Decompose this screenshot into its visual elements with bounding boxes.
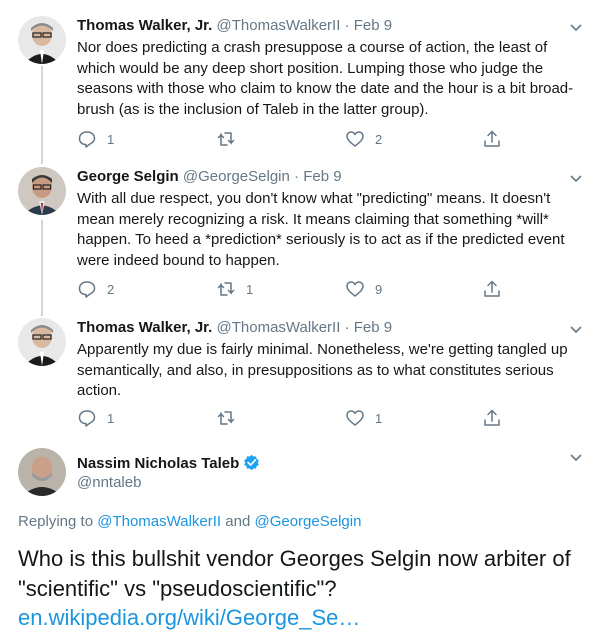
- retweet-button[interactable]: [216, 129, 246, 149]
- author-handle[interactable]: @ThomasWalkerII: [217, 319, 341, 336]
- retweet-count: 1: [246, 281, 254, 297]
- author-name[interactable]: Thomas Walker, Jr.: [77, 17, 212, 34]
- chevron-down-icon[interactable]: [566, 320, 586, 340]
- like-button[interactable]: 1: [345, 408, 382, 428]
- reply-icon: [78, 410, 96, 427]
- reply-button[interactable]: 2: [77, 279, 114, 299]
- tweet-date[interactable]: Feb 9: [354, 17, 392, 34]
- author-handle[interactable]: @nntaleb: [77, 474, 141, 491]
- author-handle[interactable]: @GeorgeSelgin: [183, 168, 290, 185]
- retweet-icon: [217, 132, 235, 146]
- reply-count: 1: [107, 131, 115, 147]
- reply-icon: [78, 131, 96, 148]
- wikipedia-link[interactable]: en.wikipedia.org/wiki/George_Se…: [18, 603, 593, 633]
- tweet-date[interactable]: Feb 9: [303, 168, 341, 185]
- tweet-actions: 1 1: [77, 408, 517, 428]
- tweet-header: George Selgin @GeorgeSelgin · Feb 9: [77, 167, 342, 187]
- share-icon: [484, 130, 500, 147]
- author-name[interactable]: George Selgin: [77, 168, 179, 185]
- author-name[interactable]: Thomas Walker, Jr.: [77, 319, 212, 336]
- dot-separator: ·: [344, 17, 350, 34]
- like-count: 1: [375, 410, 383, 426]
- mention-link[interactable]: @ThomasWalkerII: [97, 513, 221, 530]
- share-icon: [484, 280, 500, 297]
- author-name-text: Nassim Nicholas Taleb: [77, 455, 240, 472]
- heart-icon: [346, 410, 364, 426]
- verified-badge-icon: [243, 454, 260, 475]
- avatar[interactable]: [18, 448, 66, 496]
- main-tweet-body: Who is this bullshit vendor Georges Selg…: [18, 546, 571, 601]
- dot-separator: ·: [294, 168, 300, 185]
- chevron-down-icon[interactable]: [566, 448, 586, 468]
- tweet-actions: 2 1 9: [77, 279, 517, 299]
- reply-button[interactable]: 1: [77, 408, 114, 428]
- reply-button[interactable]: 1: [77, 129, 114, 149]
- tweet-text: Nor does predicting a crash presuppose a…: [77, 39, 574, 118]
- author-handle[interactable]: @ThomasWalkerII: [217, 17, 341, 34]
- retweet-icon: [217, 411, 235, 425]
- reply-icon: [78, 281, 96, 298]
- author-name[interactable]: Nassim Nicholas Taleb: [77, 454, 260, 475]
- replying-prefix: Replying to: [18, 513, 98, 530]
- chevron-down-icon[interactable]: [566, 18, 586, 38]
- replying-and: and: [221, 513, 255, 530]
- like-button[interactable]: 2: [345, 129, 382, 149]
- like-button[interactable]: 9: [345, 279, 382, 299]
- share-button[interactable]: [482, 129, 502, 149]
- retweet-icon: [217, 282, 235, 296]
- like-count: 9: [375, 281, 383, 297]
- retweet-button[interactable]: [216, 408, 246, 428]
- main-tweet-text: Who is this bullshit vendor Georges Selg…: [18, 544, 593, 633]
- share-button[interactable]: [482, 408, 502, 428]
- tweet-header: Thomas Walker, Jr. @ThomasWalkerII · Feb…: [77, 16, 392, 36]
- avatar[interactable]: [18, 167, 66, 215]
- tweet-date[interactable]: Feb 9: [354, 319, 392, 336]
- thread-line: [41, 66, 43, 164]
- mention-link[interactable]: @GeorgeSelgin: [254, 513, 361, 530]
- tweet-text: With all due respect, you don't know wha…: [77, 190, 565, 269]
- reply-count: 1: [107, 410, 115, 426]
- heart-icon: [346, 281, 364, 297]
- avatar[interactable]: [18, 318, 66, 366]
- retweet-button[interactable]: 1: [216, 279, 253, 299]
- avatar[interactable]: [18, 16, 66, 64]
- replying-to: Replying to @ThomasWalkerII and @GeorgeS…: [18, 513, 361, 530]
- chevron-down-icon[interactable]: [566, 169, 586, 189]
- dot-separator: ·: [344, 319, 350, 336]
- share-button[interactable]: [482, 279, 502, 299]
- tweet-header: Thomas Walker, Jr. @ThomasWalkerII · Feb…: [77, 318, 392, 338]
- like-count: 2: [375, 131, 383, 147]
- thread-line: [41, 220, 43, 316]
- tweet-actions: 1 2: [77, 129, 517, 149]
- tweet-text: Apparently my due is fairly minimal. Non…: [77, 341, 568, 399]
- share-icon: [484, 409, 500, 426]
- reply-count: 2: [107, 281, 115, 297]
- heart-icon: [346, 131, 364, 147]
